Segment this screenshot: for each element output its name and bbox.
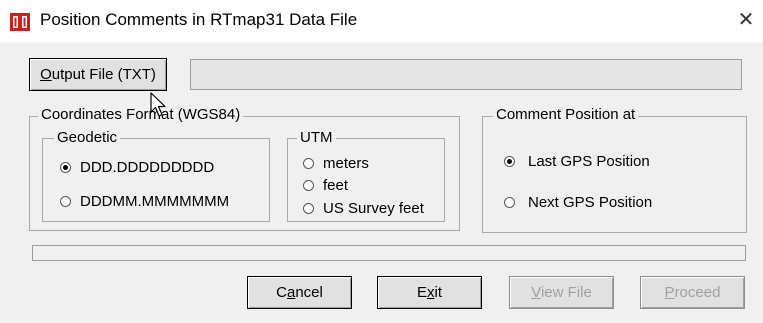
close-button[interactable]: ✕: [734, 8, 758, 32]
proceed-button[interactable]: Proceed: [640, 276, 745, 309]
geodetic-label: Geodetic: [54, 129, 121, 146]
view-file-button[interactable]: View File: [509, 276, 614, 309]
mouse-pointer-icon: [150, 92, 166, 117]
progress-bar: [32, 245, 746, 261]
app-icon: [10, 13, 30, 31]
exit-label-pre: E: [416, 284, 427, 301]
radio-dot: [60, 196, 71, 207]
radio-dot: [504, 197, 515, 208]
title-bar: Position Comments in RTmap31 Data File ✕: [0, 0, 763, 42]
output-file-button[interactable]: Output File (TXT): [29, 58, 167, 91]
cancel-button[interactable]: Cancel: [247, 276, 352, 309]
radio-dot: [303, 158, 314, 169]
output-file-label: utput File (TXT): [51, 66, 156, 83]
radio-next-gps-label: Next GPS Position: [528, 194, 653, 211]
proceed-mnemonic: P: [664, 284, 675, 301]
radio-feet-label: feet: [323, 177, 349, 194]
radio-dot: [303, 203, 314, 214]
exit-button[interactable]: Exit: [377, 276, 482, 309]
radio-us-survey-feet-label: US Survey feet: [323, 200, 424, 217]
coordinates-format-label: Coordinates Format (WGS84): [38, 106, 244, 123]
cancel-label-post: ncel: [295, 284, 323, 301]
exit-label-post: it: [434, 284, 443, 301]
radio-ddd-label: DDD.DDDDDDDDD: [80, 159, 215, 176]
radio-meters-label: meters: [323, 155, 369, 172]
radio-selected-dot: [60, 162, 71, 173]
window-title: Position Comments in RTmap31 Data File: [40, 10, 358, 29]
radio-dot: [303, 180, 314, 191]
output-path-field[interactable]: [190, 59, 742, 90]
comment-position-label: Comment Position at: [493, 106, 639, 123]
radio-last-gps-label: Last GPS Position: [528, 153, 650, 170]
view-file-label-post: iew File: [540, 284, 592, 301]
proceed-label-post: roceed: [674, 284, 721, 301]
comment-position-group: [482, 116, 747, 233]
close-icon: ✕: [737, 9, 755, 31]
exit-mnemonic: x: [427, 284, 435, 301]
view-file-mnemonic: V: [531, 284, 541, 301]
cancel-label-pre: C: [276, 284, 287, 301]
utm-label: UTM: [297, 129, 336, 146]
output-file-mnemonic: O: [40, 66, 52, 83]
radio-selected-dot: [504, 156, 515, 167]
radio-dddmm-label: DDDMM.MMMMMMM: [80, 193, 230, 210]
